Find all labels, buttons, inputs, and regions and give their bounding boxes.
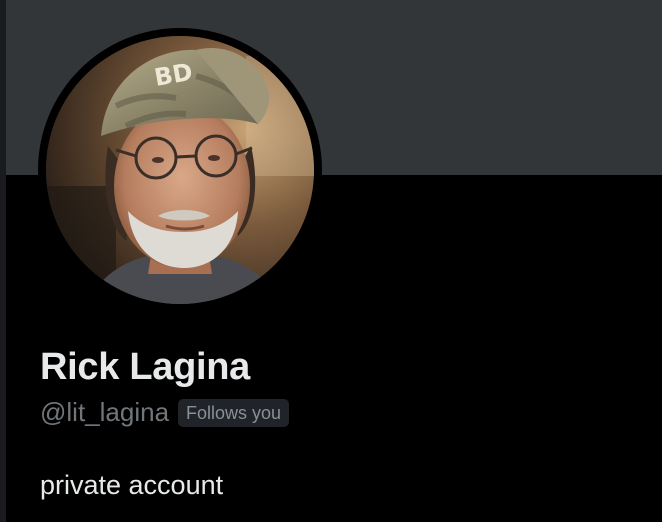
avatar[interactable]: BD [46, 36, 314, 304]
profile-bio: private account [40, 470, 224, 500]
handle-row: @lit_lagina Follows you [40, 394, 290, 430]
avatar-image: BD [46, 36, 314, 304]
profile-page: BD Rick Lagina @lit_lagina Follows you p… [0, 0, 662, 522]
follows-you-badge: Follows you [178, 398, 290, 427]
profile-handle: @lit_lagina [40, 397, 170, 427]
profile-display-name: Rick Lagina [40, 346, 250, 388]
